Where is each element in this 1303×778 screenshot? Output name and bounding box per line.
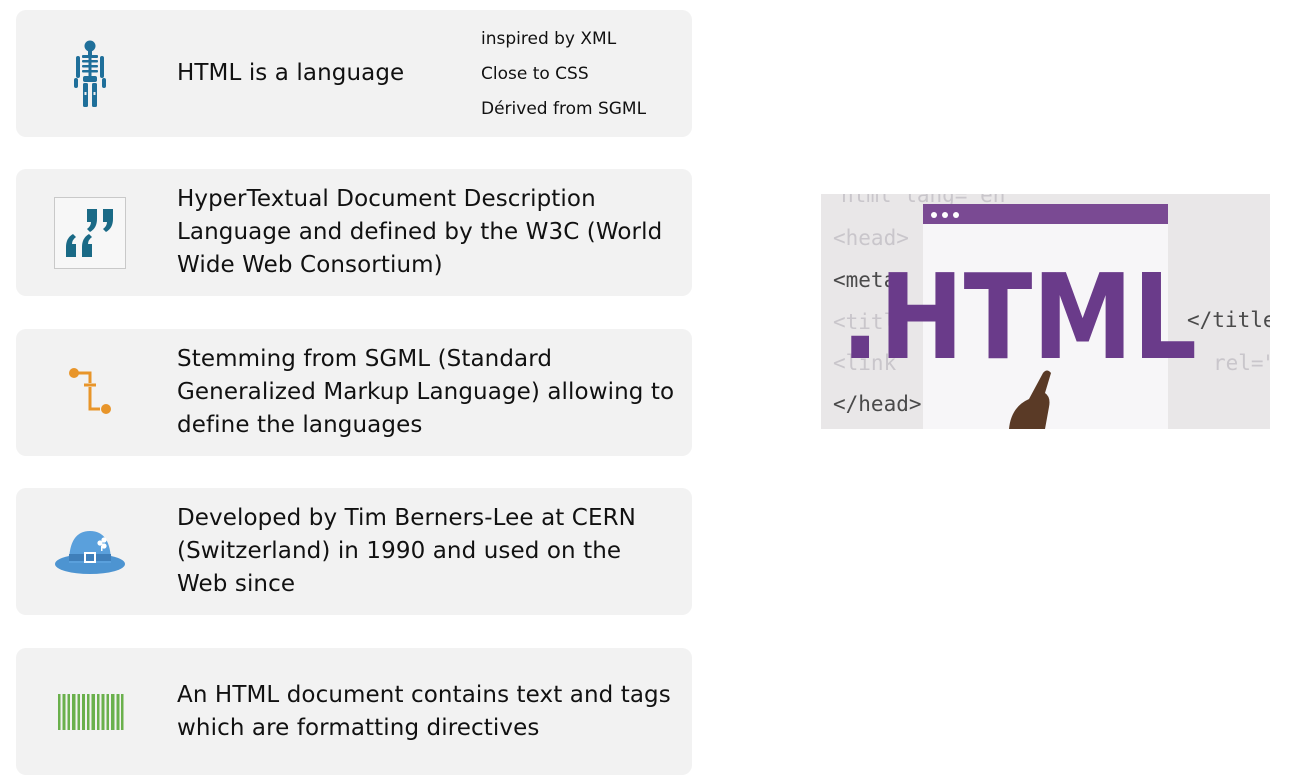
side-notes: inspired by XML Close to CSS Dérived fro… <box>481 22 681 127</box>
code-line: <head> <box>833 226 909 250</box>
skeleton-icon <box>74 40 106 107</box>
hat-icon <box>55 531 125 574</box>
html-big-text: .HTML <box>841 248 1197 386</box>
card-document: An HTML document contains text and tags … <box>16 648 692 775</box>
card-text: An HTML document contains text and tags … <box>177 681 671 741</box>
card-description: HyperTextual Document Description Langua… <box>16 169 692 296</box>
quote-icon <box>54 197 126 269</box>
code-line: rel=" <box>1213 351 1270 375</box>
side-note: Close to CSS <box>481 64 589 84</box>
card-text: HyperTextual Document Description Langua… <box>177 186 663 278</box>
card-text: Developed by Tim Berners-Lee at CERN (Sw… <box>177 505 636 597</box>
barcode-icon <box>58 694 124 730</box>
side-note: Dérived from SGML <box>481 99 647 119</box>
card-text: Stemming from SGML (Standard Generalized… <box>177 346 675 438</box>
html-illustration: html lang="en" <head> <title <link rel="… <box>821 194 1270 429</box>
code-line: </title <box>1187 308 1270 332</box>
flow-steps-icon <box>69 368 111 414</box>
side-note: inspired by XML <box>481 29 617 49</box>
card-language: HTML is a language inspired by XML Close… <box>16 10 692 137</box>
html-logo-image: html lang="en" <head> <title <link rel="… <box>821 194 1270 429</box>
card-history: Developed by Tim Berners-Lee at CERN (Sw… <box>16 488 692 615</box>
code-line: </head> <box>833 392 922 416</box>
card-sgml: Stemming from SGML (Standard Generalized… <box>16 329 692 456</box>
